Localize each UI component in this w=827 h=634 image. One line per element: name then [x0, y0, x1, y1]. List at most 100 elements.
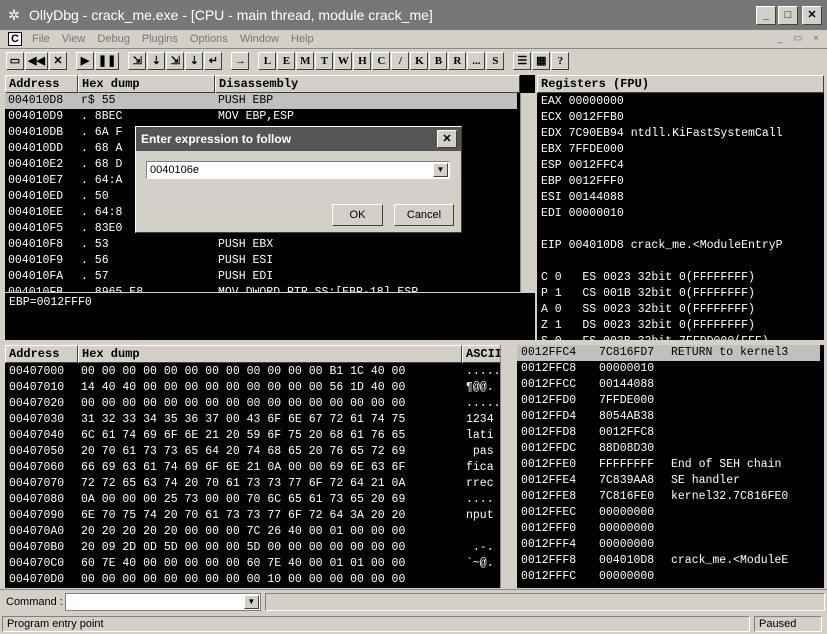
dump-hex[interactable]: 14 40 40 00 00 00 00 00 00 00 00 00 56 1…: [81, 380, 405, 396]
pause-icon[interactable]: ❚❚: [94, 52, 120, 70]
disasm-hex[interactable]: . 83E0: [81, 221, 122, 237]
register-line[interactable]: EDX 7C90EB94 ntdll.KiFastSystemCall: [541, 126, 783, 142]
step-into-icon[interactable]: ⇲: [128, 52, 147, 70]
dump-hex[interactable]: 20 70 61 73 73 65 64 20 74 68 65 20 76 6…: [81, 444, 405, 460]
menu-debug[interactable]: Debug: [91, 33, 135, 45]
chevron-down-icon[interactable]: ▼: [243, 594, 259, 609]
register-line[interactable]: ESP 0012FFC4: [541, 158, 624, 174]
disasm-header-hex[interactable]: Hex dump: [78, 75, 215, 93]
disasm-hex[interactable]: . 8BEC: [81, 109, 122, 125]
mdi-restore-icon[interactable]: ▭: [792, 33, 804, 45]
trace-into-icon[interactable]: ⇲: [166, 52, 185, 70]
step-over-icon[interactable]: ⇣: [147, 52, 166, 70]
registers-header[interactable]: Registers (FPU): [537, 75, 824, 93]
chevron-down-icon[interactable]: ▼: [433, 163, 448, 177]
disasm-hex[interactable]: . 68 A: [81, 141, 122, 157]
dump-hex[interactable]: 6E 70 75 74 20 70 61 73 73 77 6F 72 64 3…: [81, 508, 405, 524]
dump-ascii[interactable]: 1234: [466, 412, 494, 428]
dump-address[interactable]: 004070A0: [9, 524, 64, 540]
stack-comment[interactable]: kernel32.7C816FE0: [671, 489, 788, 505]
run-icon[interactable]: ▶: [75, 52, 94, 70]
rewind-icon[interactable]: ◀◀: [25, 52, 48, 70]
disasm-instruction[interactable]: MOV DWORD PTR SS:[EBP-18],ESP: [218, 285, 418, 292]
menu-file[interactable]: File: [26, 33, 56, 45]
register-line[interactable]: ECX 0012FFB0: [541, 110, 624, 126]
dump-hex[interactable]: 20 09 2D 0D 5D 00 00 00 5D 00 00 00 00 0…: [81, 540, 405, 556]
disasm-address[interactable]: 004010DB: [8, 125, 63, 141]
window-button-k[interactable]: K: [410, 52, 429, 70]
stack-value[interactable]: 00000000: [599, 521, 654, 537]
dump-address[interactable]: 00407040: [9, 428, 64, 444]
window-button-c[interactable]: C: [372, 52, 391, 70]
window-button-s[interactable]: S: [486, 52, 505, 70]
dump-hex[interactable]: 0A 00 00 00 25 73 00 00 70 6C 65 61 73 6…: [81, 492, 405, 508]
stack-address[interactable]: 0012FFFC: [521, 569, 576, 585]
title-bar[interactable]: ✲ OllyDbg - crack_me.exe - [CPU - main t…: [0, 0, 827, 30]
stack-comment[interactable]: End of SEH chain: [671, 457, 781, 473]
menu-options[interactable]: Options: [184, 33, 234, 45]
stack-value[interactable]: 7C816FD7: [595, 345, 667, 361]
disasm-address[interactable]: 004010F9: [8, 253, 63, 269]
disasm-hex[interactable]: . 6A F: [81, 125, 122, 141]
disasm-header-disassembly[interactable]: Disassembly: [215, 75, 520, 93]
disasm-instruction[interactable]: PUSH ESI: [218, 253, 273, 269]
stack-value[interactable]: 004010D8: [599, 553, 654, 569]
window-button-t[interactable]: T: [315, 52, 334, 70]
dump-ascii[interactable]: ¶@@.: [466, 380, 494, 396]
dump-ascii[interactable]: nput: [466, 508, 494, 524]
dump-hex[interactable]: 00 00 00 00 00 00 00 00 00 10 00 00 00 0…: [81, 572, 405, 588]
dump-address[interactable]: 004070C0: [9, 556, 64, 572]
disasm-address[interactable]: 004010D8: [5, 93, 78, 109]
disasm-instruction[interactable]: PUSH EBP: [215, 93, 517, 109]
stack-address[interactable]: 0012FFD0: [521, 393, 576, 409]
register-line[interactable]: Z 1 DS 0023 32bit 0(FFFFFFFF): [541, 318, 755, 334]
stack-address[interactable]: 0012FFC4: [517, 345, 595, 361]
dump-hex[interactable]: 72 72 65 63 74 20 70 61 73 73 77 6F 72 6…: [81, 476, 405, 492]
goto-icon[interactable]: →: [231, 52, 250, 70]
cancel-button[interactable]: Cancel: [394, 204, 454, 226]
window-button-r[interactable]: R: [448, 52, 467, 70]
close-icon[interactable]: ✕: [48, 52, 67, 70]
disasm-address[interactable]: 004010ED: [8, 189, 63, 205]
window-button-l[interactable]: L: [258, 52, 277, 70]
stack-address[interactable]: 0012FFE8: [521, 489, 576, 505]
dump-ascii[interactable]: lati: [466, 428, 494, 444]
dump-hex[interactable]: 31 32 33 34 35 36 37 00 43 6F 6E 67 72 6…: [81, 412, 405, 428]
trace-over-icon[interactable]: ⇣: [185, 52, 204, 70]
dump-address[interactable]: 00407010: [9, 380, 64, 396]
register-line[interactable]: EBX 7FFDE000: [541, 142, 624, 158]
register-line[interactable]: A 0 SS 0023 32bit 0(FFFFFFFF): [541, 302, 755, 318]
dump-ascii[interactable]: .....: [466, 396, 501, 412]
dump-address[interactable]: 00407060: [9, 460, 64, 476]
dump-address[interactable]: 004070D0: [9, 572, 64, 588]
stack-value[interactable]: 88D08D30: [599, 441, 654, 457]
dump-address[interactable]: 00407090: [9, 508, 64, 524]
window-button-b[interactable]: B: [429, 52, 448, 70]
stack-value[interactable]: 00000000: [599, 569, 654, 585]
disasm-hex[interactable]: . 68 D: [81, 157, 122, 173]
window-button-w[interactable]: W: [334, 52, 353, 70]
window-button-e[interactable]: E: [277, 52, 296, 70]
stack-value[interactable]: 00144088: [599, 377, 654, 393]
window-button-slash[interactable]: /: [391, 52, 410, 70]
dump-hex[interactable]: 20 20 20 20 20 00 00 00 7C 26 40 00 01 0…: [81, 524, 405, 540]
stack-address[interactable]: 0012FFE0: [521, 457, 576, 473]
stack-address[interactable]: 0012FFF4: [521, 537, 576, 553]
register-line[interactable]: EDI 00000010: [541, 206, 624, 222]
mdi-minimize-icon[interactable]: _: [774, 33, 786, 45]
register-line[interactable]: EIP 004010D8 crack_me.<ModuleEntryP: [541, 238, 783, 254]
stack-pane[interactable]: 0012FFC4 7C816FD7 RETURN to kernel3 0012FFC…: [517, 345, 824, 588]
dump-header-ascii[interactable]: ASCII: [462, 345, 502, 363]
dump-address[interactable]: 00407030: [9, 412, 64, 428]
dump-ascii[interactable]: .....: [466, 364, 501, 380]
expression-input[interactable]: 0040106e ▼: [146, 161, 450, 179]
stack-value[interactable]: 8054AB38: [599, 409, 654, 425]
stack-comment[interactable]: crack_me.<ModuleE: [671, 553, 788, 569]
stack-address[interactable]: 0012FFF0: [521, 521, 576, 537]
window-button-dots[interactable]: ...: [467, 52, 486, 70]
disasm-scrollbar[interactable]: [520, 93, 535, 292]
menu-help[interactable]: Help: [285, 33, 320, 45]
open-icon[interactable]: ▭: [6, 52, 24, 70]
disasm-hex[interactable]: . 8965 E8: [81, 285, 143, 292]
maximize-button[interactable]: □: [778, 6, 798, 25]
